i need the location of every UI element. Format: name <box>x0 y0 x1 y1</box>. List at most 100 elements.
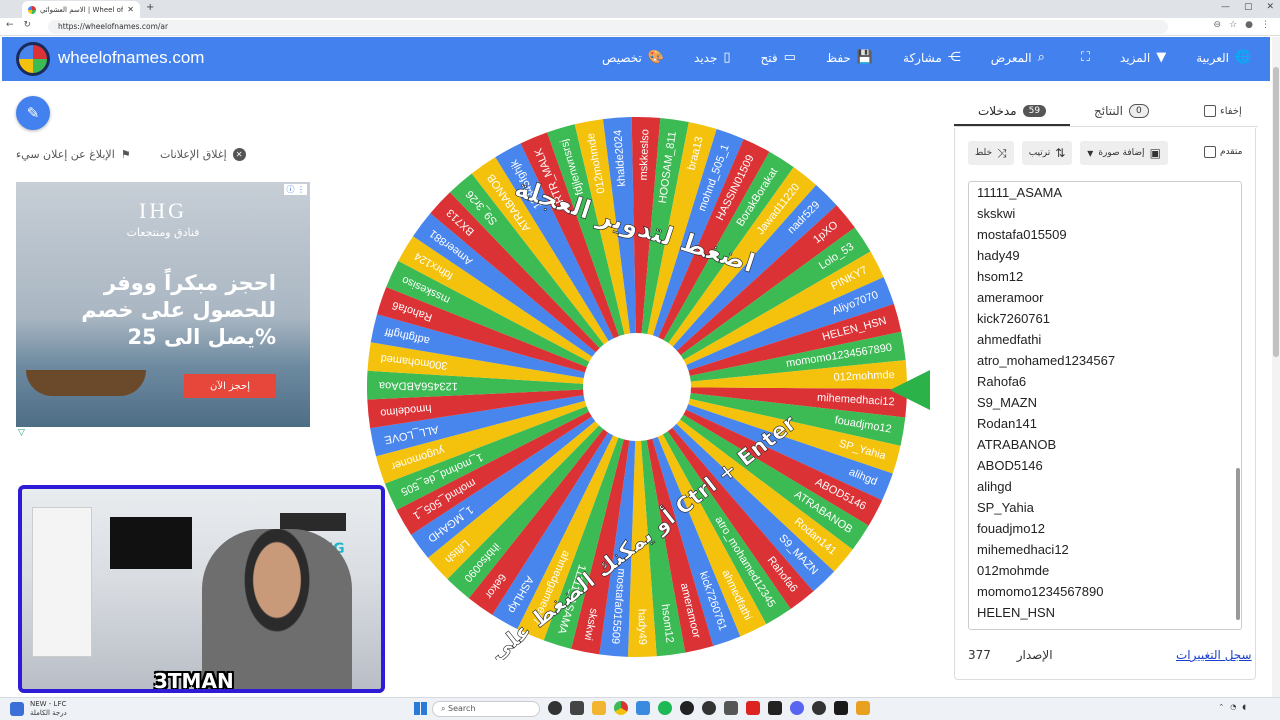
entry-line[interactable]: atro_mohamed1234567 <box>977 350 1241 371</box>
entry-line[interactable]: ATRABANOB <box>977 434 1241 455</box>
header-menu-item[interactable]: العربية 🌐 <box>1196 50 1251 65</box>
hide-toggle[interactable]: إخفاء <box>1204 96 1242 126</box>
taskbar-app-icon[interactable] <box>680 701 694 715</box>
sort-button[interactable]: ترتيب ⇅ <box>1021 141 1073 165</box>
entries-scroll-thumb[interactable] <box>1236 468 1240 620</box>
taskbar-app-icon[interactable] <box>658 701 672 715</box>
taskbar-app-icon[interactable] <box>856 701 870 715</box>
entry-line[interactable]: SP_Yahia <box>977 497 1241 518</box>
page-scrollbar[interactable] <box>1272 37 1280 697</box>
header-menu-item[interactable]: المزيد ▼ <box>1120 50 1166 65</box>
entry-line[interactable]: kick7260761 <box>977 308 1241 329</box>
site-title[interactable]: wheelofnames.com <box>58 48 204 68</box>
wheel-svg[interactable]: mihemedhaci12fouadjmo12SP_YahiaalihgdABO… <box>364 114 910 660</box>
entries-textarea[interactable]: 11111_ASAMA skskwi mostafa015509 hady49 hsom… <box>968 181 1242 630</box>
reload-icon[interactable]: ↻ <box>24 20 32 30</box>
panel-tabs: مدخلات 59 النتائج 0 إخفاء <box>954 96 1258 126</box>
ad-info-icon[interactable]: ⓘ ⋮ <box>284 184 307 195</box>
header-menu-item[interactable]: فتح ▭ <box>761 50 796 65</box>
taskbar-app-icon[interactable] <box>768 701 782 715</box>
tab-close-icon[interactable]: ✕ <box>127 5 134 14</box>
entry-line[interactable]: ameramoor <box>977 287 1241 308</box>
taskbar-chrome-icon[interactable] <box>614 701 628 715</box>
windows-start-icon[interactable] <box>414 702 427 715</box>
tab-results[interactable]: النتائج 0 <box>1094 96 1149 126</box>
browser-tab[interactable]: الاسم العشوائي | Wheel of Names ✕ <box>22 1 140 18</box>
header-menu-item[interactable]: المعرض ⌕ <box>991 50 1045 65</box>
minimize-icon[interactable]: — <box>1221 2 1230 12</box>
edit-button[interactable]: ✎ <box>16 96 50 130</box>
bookmark-icon[interactable]: ☆ <box>1229 20 1237 30</box>
taskbar-app-icon[interactable] <box>812 701 826 715</box>
taskbar-app-icon[interactable] <box>724 701 738 715</box>
changelog-link[interactable]: سجل التغييرات <box>1176 648 1252 662</box>
chevron-down-icon: ▾ <box>1087 146 1094 160</box>
adchoices-icon[interactable]: ▽ <box>18 428 25 438</box>
entry-line[interactable]: Rodan141 <box>977 413 1241 434</box>
tab-entries-label: مدخلات <box>978 104 1017 118</box>
close-ads-link[interactable]: إغلاق الإعلانات ✕ <box>160 148 246 161</box>
header-menu-item[interactable]: مشاركة ⋲ <box>903 50 961 65</box>
taskbar-app-icon[interactable] <box>702 701 716 715</box>
entry-line[interactable]: 012mohmde <box>977 560 1241 581</box>
zoom-icon[interactable]: ⊖ <box>1214 20 1222 30</box>
url-input[interactable]: https://wheelofnames.com/ar <box>48 20 1168 34</box>
back-icon[interactable]: ← <box>6 20 14 30</box>
entry-line[interactable]: ABOD5146 <box>977 455 1241 476</box>
advanced-checkbox[interactable] <box>1204 146 1216 158</box>
header-menu-item[interactable]: جديد ▯ <box>694 50 731 65</box>
taskbar-app-icon[interactable] <box>636 701 650 715</box>
chevron-down-icon: ▼ <box>1156 50 1167 65</box>
profile-icon[interactable]: ● <box>1245 20 1253 30</box>
version-info: 377 الإصدار <box>968 648 1053 662</box>
taskbar-app-icon[interactable] <box>570 701 584 715</box>
wifi-icon[interactable]: ◔ <box>1230 703 1236 711</box>
entry-line[interactable]: S9_MAZN <box>977 392 1241 413</box>
entry-line[interactable]: Rahofa6 <box>977 371 1241 392</box>
tab-entries[interactable]: مدخلات 59 <box>978 96 1047 126</box>
entry-line[interactable]: mihemedhaci12 <box>977 539 1241 560</box>
entry-line[interactable]: skskwi <box>977 203 1241 224</box>
hide-checkbox[interactable] <box>1204 105 1216 117</box>
shuffle-button[interactable]: خلط ⤨ <box>968 141 1014 165</box>
entry-line[interactable]: mostafa015509 <box>977 224 1241 245</box>
entry-line[interactable]: 11111_ASAMA <box>977 182 1241 203</box>
header-menu-item[interactable]: حفظ 💾 <box>826 50 873 65</box>
report-ad-link[interactable]: الإبلاغ عن إعلان سيء ⚑ <box>16 148 131 161</box>
taskbar-app-icon[interactable] <box>746 701 760 715</box>
entry-line[interactable]: fouadjmo12 <box>977 518 1241 539</box>
page-scroll-thumb[interactable] <box>1273 67 1279 357</box>
clock[interactable] <box>1252 701 1272 713</box>
entry-line[interactable]: hady49 <box>977 245 1241 266</box>
advanced-toggle[interactable]: متقدم <box>1204 146 1242 158</box>
taskbar-app-icon[interactable] <box>592 701 606 715</box>
tray-chevron-icon[interactable]: ⌃ <box>1218 703 1224 711</box>
header-menu-item[interactable]: تخصيص 🎨 <box>602 50 664 65</box>
entry-line[interactable]: ahmedfathi <box>977 329 1241 350</box>
taskbar-discord-icon[interactable] <box>790 701 804 715</box>
header-menu-item[interactable]: ⛶ <box>1075 50 1090 65</box>
news-widget[interactable]: NEW - LFC درجة الكاملة <box>10 700 67 718</box>
add-image-button[interactable]: ▾ إضافة صورة ▣ <box>1080 141 1168 165</box>
logo-icon[interactable] <box>16 42 50 76</box>
taskbar-app-icon[interactable] <box>834 701 848 715</box>
entry-line[interactable]: hsom12 <box>977 266 1241 287</box>
entry-line[interactable]: alihgd <box>977 476 1241 497</box>
taskbar-search[interactable]: ⌕ Search <box>432 701 540 717</box>
new-tab-icon[interactable]: + <box>146 2 154 13</box>
taskbar-app-icon[interactable] <box>548 701 562 715</box>
menu-dots-icon[interactable]: ⋮ <box>1261 20 1270 30</box>
advertisement[interactable]: ⓘ ⋮ IHG فنادق ومنتجعات احجز مبكراً ووفر … <box>16 182 310 427</box>
volume-icon[interactable]: ◖ <box>1242 703 1246 711</box>
entry-line[interactable]: momomo1234567890 <box>977 581 1241 602</box>
maximize-icon[interactable]: ▢ <box>1244 2 1253 12</box>
entry-line[interactable]: HELEN_HSN <box>977 602 1241 623</box>
header-menu-label: مشاركة <box>903 50 942 65</box>
close-window-icon[interactable]: ✕ <box>1266 2 1274 12</box>
tab-results-label: النتائج <box>1094 104 1123 118</box>
wheel[interactable]: mihemedhaci12 fouadjmo12 SP_Yahia alihgd ABO… <box>364 114 910 660</box>
ad-cta-button[interactable]: إحجز الآن <box>184 374 276 398</box>
wheel-center[interactable] <box>583 333 691 441</box>
sort-icon: ⇅ <box>1055 146 1066 160</box>
folder-icon: ▭ <box>783 50 796 65</box>
